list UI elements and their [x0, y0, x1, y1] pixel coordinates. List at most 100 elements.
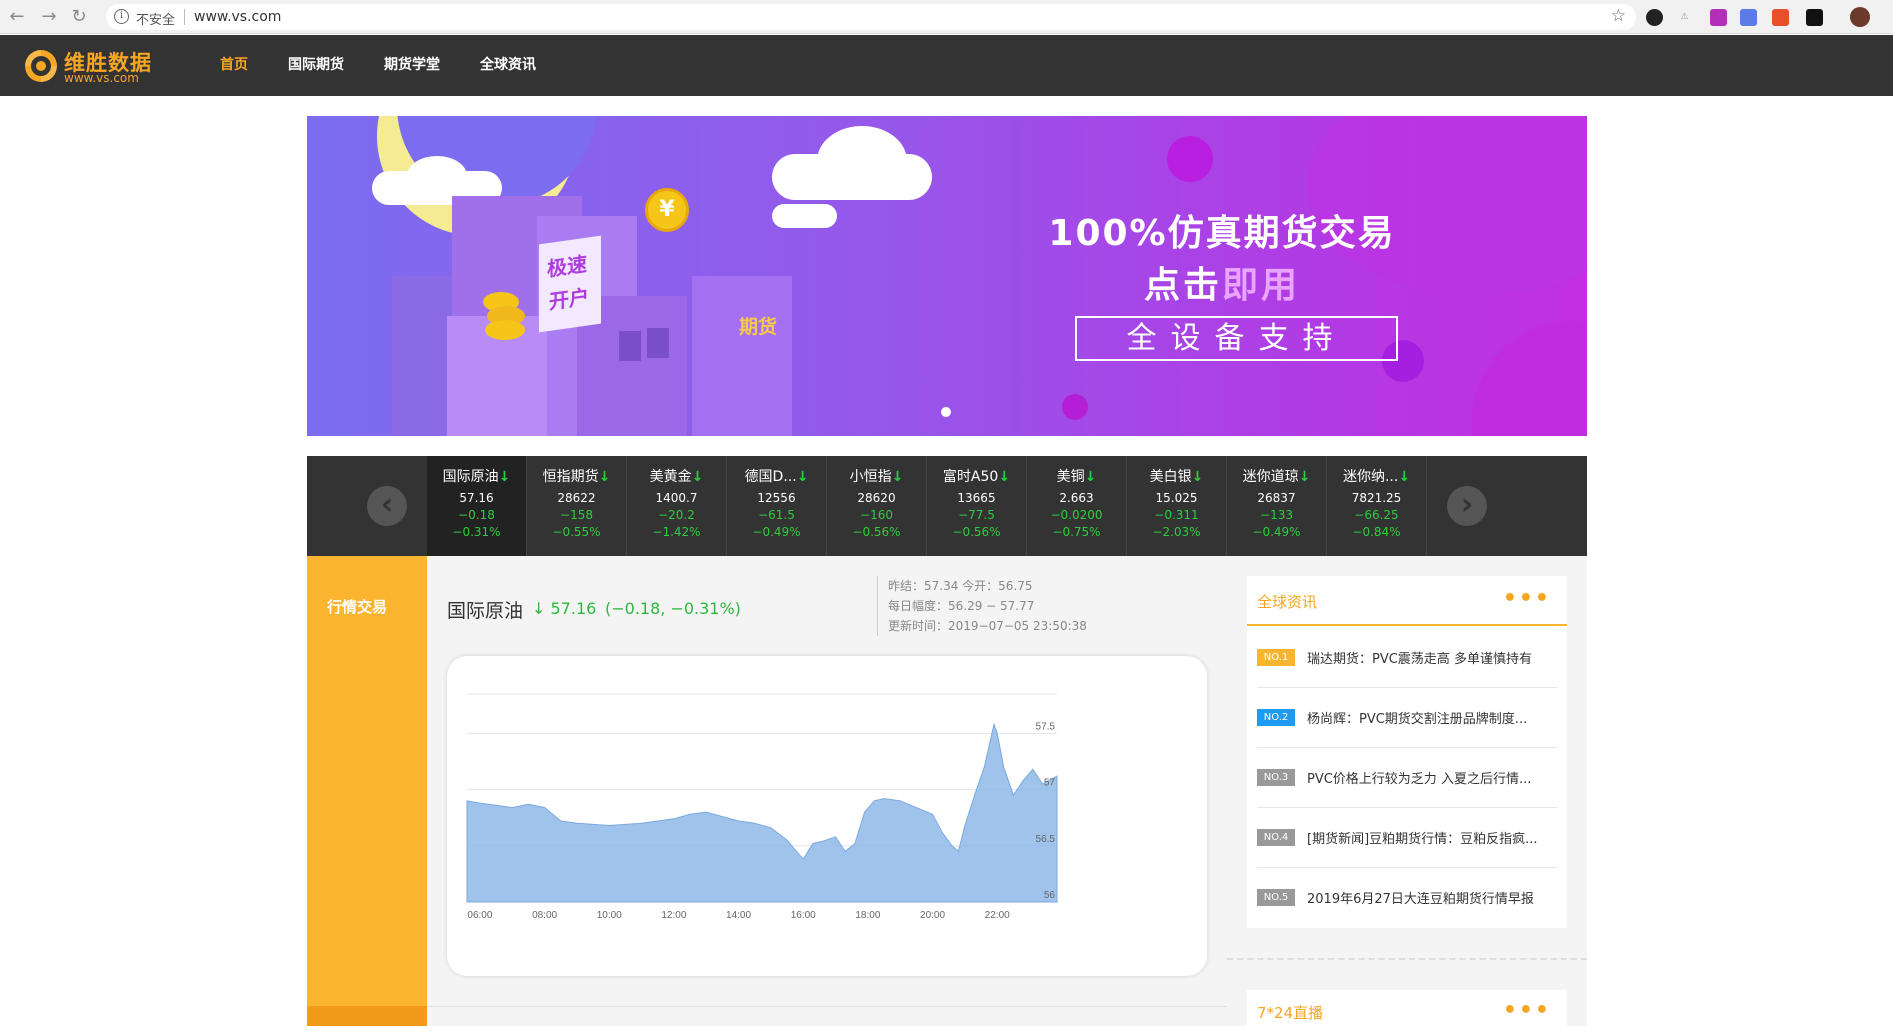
ticker-price: 2.663 — [1059, 491, 1094, 505]
carousel-dot[interactable] — [941, 407, 951, 417]
ticker-percent: −0.49% — [752, 525, 801, 539]
news-more-button[interactable]: ••• — [1503, 586, 1551, 611]
ticker-item[interactable]: 富时A50↓ 13665 −77.5 −0.56% — [927, 456, 1027, 556]
building-sign: 极速 开户 — [539, 235, 601, 333]
ticker-price: 7821.25 — [1351, 491, 1402, 505]
ticker-item[interactable]: 美白银↓ 15.025 −0.311 −2.03% — [1127, 456, 1227, 556]
extension-purple-icon[interactable] — [1710, 9, 1727, 26]
daily-range: 每日幅度：56.29 − 57.77 — [888, 599, 1035, 613]
instrument-price: ↓ 57.16 — [532, 599, 596, 618]
bookmark-star-icon[interactable]: ☆ — [1611, 6, 1626, 26]
ticker-item[interactable]: 迷你纳...↓ 7821.25 −66.25 −0.84% — [1327, 456, 1427, 556]
down-arrow-icon: ↓ — [598, 469, 611, 485]
news-item[interactable]: NO.2 杨尚辉：PVC期货交割注册品牌制度... — [1257, 688, 1557, 748]
decorative-circle — [1472, 321, 1587, 436]
market-tab-label: 行情交易 — [327, 598, 388, 616]
ticker-next-button[interactable]: › — [1447, 486, 1487, 526]
x-tick-label: 10:00 — [597, 910, 622, 921]
decorative-circle — [1062, 394, 1088, 420]
ticker-name-text: 恒指期货 — [542, 469, 599, 485]
news-item[interactable]: NO.4 [期货新闻]豆粕期货行情：豆粕反指疯... — [1257, 808, 1557, 868]
ticker-name: 美铜↓ — [1027, 466, 1126, 486]
ticker-percent: −0.75% — [1052, 525, 1101, 539]
ticker-percent: −0.55% — [552, 525, 601, 539]
x-tick-label: 16:00 — [791, 910, 816, 921]
ticker-name: 美白银↓ — [1127, 466, 1226, 486]
market-tab[interactable]: 行情交易 — [307, 556, 427, 1006]
ticker-price: 28622 — [557, 491, 596, 505]
ticker-price: 1400.7 — [655, 491, 698, 505]
ticker-name: 富时A50↓ — [927, 466, 1026, 486]
ticker-name-text: 德国D... — [744, 469, 797, 485]
live-title[interactable]: 7*24直播 — [1257, 1002, 1323, 1023]
news-headline[interactable]: 2019年6月27日大连豆粕期货行情早报 — [1307, 888, 1557, 907]
profile-avatar-icon[interactable] — [1850, 7, 1870, 27]
down-arrow-icon: ↓ — [998, 469, 1011, 485]
info-icon[interactable]: i — [114, 9, 129, 24]
ticker-item[interactable]: 美铜↓ 2.663 −0.0200 −0.75% — [1027, 456, 1127, 556]
price-chart[interactable]: 56 56.5 57 57.5 06:00 08:00 10:00 12:00 14:00 16:… — [447, 656, 1207, 976]
site-header: 维胜数据 www.vs.com 首页 国际期货 期货学堂 全球资讯 — [0, 35, 1893, 96]
ticker-percent: −0.56% — [952, 525, 1001, 539]
extension-jh-icon[interactable] — [1740, 9, 1757, 26]
nav-futures-school[interactable]: 期货学堂 — [364, 35, 460, 96]
news-item[interactable]: NO.3 PVC价格上行较为乏力 入夏之后行情... — [1257, 748, 1557, 808]
news-headline[interactable]: [期货新闻]豆粕期货行情：豆粕反指疯... — [1307, 828, 1557, 847]
news-headline[interactable]: 杨尚辉：PVC期货交割注册品牌制度... — [1307, 708, 1557, 727]
instrument-info: 昨结：57.34 今开：56.75 每日幅度：56.29 − 57.77 更新时… — [877, 576, 1087, 636]
news-header: 全球资讯 ••• — [1247, 576, 1567, 626]
coin-icon: ¥ — [645, 188, 689, 232]
y-tick-label: 56 — [1044, 890, 1056, 901]
ticker-change: −133 — [1260, 508, 1293, 522]
window-illustration — [647, 328, 669, 358]
reload-icon[interactable]: ↻ — [68, 6, 90, 28]
ticker-price: 13665 — [957, 491, 996, 505]
ticker-name-text: 国际原油 — [442, 469, 499, 485]
ticker-item[interactable]: 美黄金↓ 1400.7 −20.2 −1.42% — [627, 456, 727, 556]
live-card: 7*24直播 ••• — [1247, 990, 1567, 1030]
instrument-price-value: 57.16 — [550, 599, 597, 618]
x-tick-label: 22:00 — [985, 910, 1010, 921]
logo-subtitle[interactable]: www.vs.com — [64, 71, 139, 85]
ticker-prev-button[interactable]: ‹ — [367, 486, 407, 526]
news-item[interactable]: NO.5 2019年6月27日大连豆粕期货行情早报 — [1257, 868, 1557, 928]
extension-01-icon[interactable] — [1806, 9, 1823, 26]
news-item[interactable]: NO.1 瑞达期货：PVC震荡走高 多单谨慎持有 — [1257, 628, 1557, 688]
github-extension-icon[interactable] — [1646, 9, 1663, 26]
forward-icon[interactable]: → — [38, 6, 60, 28]
decorative-circle — [1167, 136, 1213, 182]
ticker-name: 恒指期货↓ — [527, 466, 626, 486]
news-title[interactable]: 全球资讯 — [1257, 591, 1317, 612]
down-arrow-icon: ↓ — [532, 599, 546, 618]
quote-ticker: ‹ 国际原油↓ 57.16 −0.18 −0.31% 恒指期货↓ 28622 −158 −0.… — [307, 456, 1587, 556]
address-bar[interactable]: i 不安全 www.vs.com ☆ — [106, 4, 1636, 30]
back-icon[interactable]: ← — [6, 6, 28, 28]
prev-close-open: 昨结：57.34 今开：56.75 — [888, 579, 1033, 593]
ticker-item[interactable]: 小恒指↓ 28620 −160 −0.56% — [827, 456, 927, 556]
building-label: 期货 — [739, 316, 778, 338]
nav-global-news[interactable]: 全球资讯 — [460, 35, 556, 96]
news-headline[interactable]: 瑞达期货：PVC震荡走高 多单谨慎持有 — [1307, 648, 1557, 667]
ticker-item[interactable]: 恒指期货↓ 28622 −158 −0.55% — [527, 456, 627, 556]
extension-triangle-icon[interactable]: ⚠ — [1676, 9, 1693, 26]
news-headline[interactable]: PVC价格上行较为乏力 入夏之后行情... — [1307, 768, 1557, 787]
promo-banner[interactable]: 极速 开户 期货 ¥ 100%仿真期货交易 点击即用 全设备支持 — [307, 116, 1587, 436]
ticker-change: −158 — [560, 508, 593, 522]
logo-icon[interactable] — [22, 47, 60, 85]
ticker-price: 26837 — [1257, 491, 1296, 505]
nav-home[interactable]: 首页 — [200, 35, 268, 96]
live-more-button[interactable]: ••• — [1503, 998, 1551, 1023]
ticker-item[interactable]: 德国D...↓ 12556 −61.5 −0.49% — [727, 456, 827, 556]
ticker-price: 57.16 — [459, 491, 494, 505]
ticker-item[interactable]: 迷你道琼↓ 26837 −133 −0.49% — [1227, 456, 1327, 556]
extension-red-icon[interactable] — [1772, 9, 1789, 26]
ticker-price: 28620 — [857, 491, 896, 505]
secondary-tab[interactable] — [307, 1006, 427, 1026]
cloud-illustration — [772, 204, 837, 228]
url-text[interactable]: www.vs.com — [194, 9, 281, 25]
nav-international-futures[interactable]: 国际期货 — [268, 35, 364, 96]
ticker-percent: −1.42% — [652, 525, 701, 539]
banner-cta-box[interactable]: 全设备支持 — [1075, 316, 1398, 361]
rank-badge: NO.4 — [1257, 829, 1295, 846]
ticker-item[interactable]: 国际原油↓ 57.16 −0.18 −0.31% — [427, 456, 527, 556]
